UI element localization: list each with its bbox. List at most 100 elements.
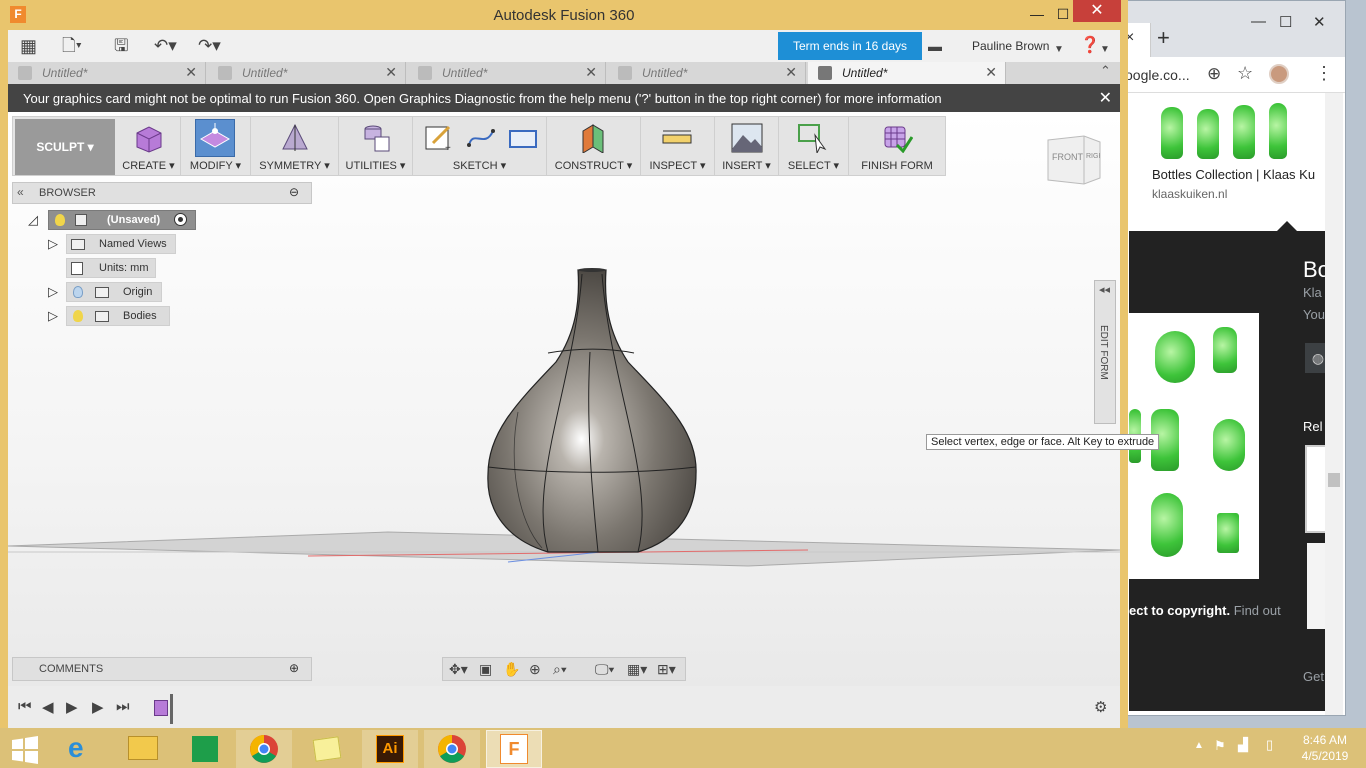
settings-gear-icon[interactable]: ⚙	[1094, 698, 1107, 716]
construct-menu[interactable]: CONSTRUCT ▾	[547, 117, 641, 175]
display-settings-icon[interactable]: 🖵▾	[595, 661, 614, 678]
go-to-end-icon[interactable]: ⏭	[116, 698, 130, 715]
add-comment-icon[interactable]: ⊕	[289, 661, 299, 675]
collapse-browser-icon[interactable]: «	[17, 185, 24, 199]
start-button[interactable]	[0, 730, 50, 768]
collapse-root-icon[interactable]: ◿	[28, 212, 38, 228]
form-feature-icon[interactable]	[154, 700, 168, 716]
expand-origin-icon[interactable]: ▷	[48, 284, 58, 300]
visibility-bulb-icon[interactable]	[55, 214, 65, 226]
document-tab-active[interactable]: Untitled* ✕	[808, 62, 1006, 84]
battery-icon[interactable]: ▯	[1266, 737, 1273, 753]
browser-panel-header[interactable]: « BROWSER ⊖	[12, 182, 312, 204]
insert-menu[interactable]: INSERT ▾	[715, 117, 779, 175]
chrome-new-tab-button[interactable]: +	[1157, 25, 1170, 51]
sketch-menu[interactable]: + SKETCH ▾	[413, 117, 547, 175]
create-menu[interactable]: CREATE ▾	[117, 117, 181, 175]
data-panel-grid-icon[interactable]: ▦	[20, 36, 37, 56]
fit-icon[interactable]: ⌕▾	[553, 661, 567, 678]
taskbar-store[interactable]	[176, 730, 232, 768]
tab-close-icon[interactable]: ✕	[985, 64, 997, 81]
inspect-menu[interactable]: INSPECT ▾	[641, 117, 715, 175]
chrome-profile-avatar[interactable]	[1269, 64, 1289, 84]
undo-icon[interactable]: ↶▾	[154, 36, 177, 56]
orbit-icon[interactable]: ✥▾	[449, 661, 468, 678]
viewports-icon[interactable]: ⊞▾	[657, 661, 676, 678]
taskbar-chrome-2[interactable]	[424, 730, 480, 768]
term-badge[interactable]: Term ends in 16 days	[778, 32, 922, 60]
zoom-icon[interactable]: ⊕	[1207, 64, 1221, 84]
taskbar-chrome[interactable]	[236, 730, 292, 768]
go-to-start-icon[interactable]: ⏮	[18, 698, 32, 715]
timeline-marker[interactable]	[170, 694, 173, 724]
view-cube[interactable]: FRONT RIGHT	[1044, 132, 1104, 186]
expand-panel-icon[interactable]: ◂◂	[1099, 283, 1110, 296]
taskbar-file-explorer[interactable]	[114, 730, 170, 768]
network-signal-icon[interactable]: ▟	[1238, 737, 1248, 753]
file-menu-icon[interactable]: 🗋▾	[62, 36, 82, 56]
workspace-switcher[interactable]: SCULPT ▾	[15, 119, 115, 175]
system-clock[interactable]: 8:46 AM 4/5/2019	[1290, 732, 1360, 764]
viewcube-front-label[interactable]: FRONT	[1052, 152, 1083, 162]
taskbar-illustrator[interactable]: Ai	[362, 730, 418, 768]
show-hidden-icons[interactable]: ▲	[1194, 740, 1204, 751]
taskbar-internet-explorer[interactable]: e	[54, 730, 110, 768]
find-out-link[interactable]: Find out	[1230, 603, 1281, 618]
tab-close-icon[interactable]: ✕	[785, 64, 797, 81]
help-icon[interactable]: ❓	[1080, 36, 1100, 56]
job-status-icon[interactable]: ▬	[928, 36, 942, 56]
grid-settings-icon[interactable]: ▦▾	[627, 661, 647, 678]
tab-close-icon[interactable]: ✕	[585, 64, 597, 81]
zoom-icon[interactable]: ⊕	[529, 661, 541, 678]
user-dropdown-icon[interactable]: ▼	[1054, 40, 1064, 60]
green-bottles-thumbnail[interactable]	[1151, 101, 1321, 159]
document-tab[interactable]: Untitled* ✕	[8, 62, 206, 84]
tree-units[interactable]: Units: mm	[66, 258, 156, 278]
modify-menu[interactable]: MODIFY ▾	[181, 117, 251, 175]
user-menu[interactable]: Pauline Brown	[972, 39, 1049, 53]
visibility-bulb-icon[interactable]	[73, 286, 83, 298]
look-at-icon[interactable]: ▣	[479, 661, 492, 678]
play-icon[interactable]: ▶	[66, 698, 78, 716]
document-tab[interactable]: Untitled* ✕	[408, 62, 606, 84]
finish-form-button[interactable]: FINISH FORM	[849, 117, 945, 175]
step-back-icon[interactable]: ◀	[42, 698, 54, 716]
expand-bodies-icon[interactable]: ▷	[48, 308, 58, 324]
select-menu[interactable]: SELECT ▾	[779, 117, 849, 175]
chrome-maximize-button[interactable]: ☐	[1279, 13, 1292, 31]
browser-minimize-icon[interactable]: ⊖	[289, 185, 299, 199]
activate-radio-icon[interactable]	[174, 213, 187, 226]
document-tab[interactable]: Untitled* ✕	[608, 62, 806, 84]
minimize-button[interactable]: —	[1024, 4, 1050, 24]
help-dropdown-icon[interactable]: ▼	[1100, 40, 1110, 60]
collapse-tabs-icon[interactable]: ⌃	[1100, 63, 1111, 79]
chrome-scrollbar[interactable]	[1325, 93, 1343, 715]
expand-named-views-icon[interactable]: ▷	[48, 236, 58, 252]
tab-close-icon[interactable]: ✕	[385, 64, 397, 81]
tree-bodies[interactable]: Bodies	[66, 306, 170, 326]
edit-form-panel[interactable]: ◂◂ EDIT FORM	[1094, 280, 1116, 424]
redo-icon[interactable]: ↷▾	[198, 36, 221, 56]
symmetry-menu[interactable]: SYMMETRY ▾	[251, 117, 339, 175]
taskbar-sticky-notes[interactable]	[300, 730, 356, 768]
scroll-thumb[interactable]	[1328, 473, 1340, 487]
tree-origin[interactable]: Origin	[66, 282, 162, 302]
save-icon[interactable]: 🖫	[114, 36, 128, 56]
related-thumbnail-2[interactable]	[1307, 543, 1325, 629]
chrome-menu-icon[interactable]: ⋮	[1315, 63, 1333, 84]
pan-hand-icon[interactable]: ✋	[503, 661, 520, 678]
chrome-address-bar[interactable]: oogle.co... ⊕ ☆ ⋮	[1121, 57, 1345, 93]
chrome-url[interactable]: oogle.co...	[1125, 67, 1190, 83]
taskbar-fusion-360[interactable]: F	[486, 730, 542, 768]
tree-named-views[interactable]: Named Views	[66, 234, 176, 254]
search-result-title[interactable]: Bottles Collection | Klaas Ku	[1152, 167, 1315, 182]
step-forward-icon[interactable]: ▶	[92, 698, 104, 716]
visibility-bulb-icon[interactable]	[73, 310, 83, 322]
chrome-minimize-button[interactable]: —	[1251, 13, 1266, 30]
canvas-viewport[interactable]: SCULPT ▾ CREATE ▾ MODIFY ▾ SYMMETRY ▾ UT…	[8, 112, 1160, 686]
bookmark-star-icon[interactable]: ☆	[1237, 63, 1253, 84]
dismiss-warning-icon[interactable]: ✕	[1099, 88, 1112, 108]
document-tab[interactable]: Untitled* ✕	[208, 62, 406, 84]
tab-close-icon[interactable]: ✕	[185, 64, 197, 81]
chrome-close-button[interactable]: ✕	[1313, 13, 1326, 31]
